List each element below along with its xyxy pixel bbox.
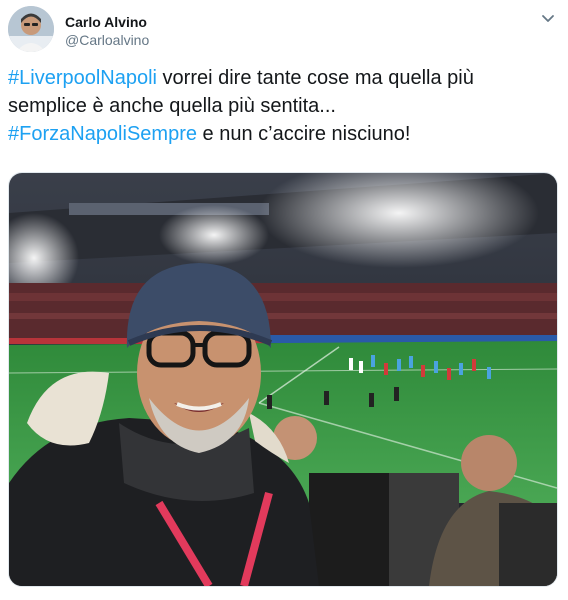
tweet-line-1: #LiverpoolNapoli vorrei dire tante cose …: [8, 64, 558, 92]
tweet-line-2: semplice è anche quella più sentita...: [8, 95, 336, 117]
tweet-text-span: e nun c’accire nisciuno!: [196, 123, 411, 145]
tweet-header: Carlo Alvino @Carloalvino: [8, 6, 560, 52]
tweet-text: #LiverpoolNapoli vorrei dire tante cose …: [8, 64, 558, 148]
author-avatar[interactable]: [8, 6, 54, 52]
hashtag-link[interactable]: #LiverpoolNapoli: [8, 67, 157, 89]
stadium-selfie-photo-icon: [9, 173, 557, 586]
avatar-image-icon: [8, 6, 54, 52]
tweet-text-span: vorrei dire tante cose ma quella più: [156, 67, 474, 89]
author-handle[interactable]: @Carloalvino: [65, 32, 149, 48]
tweet-photo[interactable]: [8, 172, 558, 587]
author-display-name[interactable]: Carlo Alvino: [65, 14, 147, 30]
tweet-line-3: #ForzaNapoliSempre e nun c’accire nisciu…: [8, 120, 558, 148]
hashtag-link[interactable]: #ForzaNapoliSempre: [8, 123, 197, 145]
chevron-down-icon[interactable]: [540, 10, 556, 26]
